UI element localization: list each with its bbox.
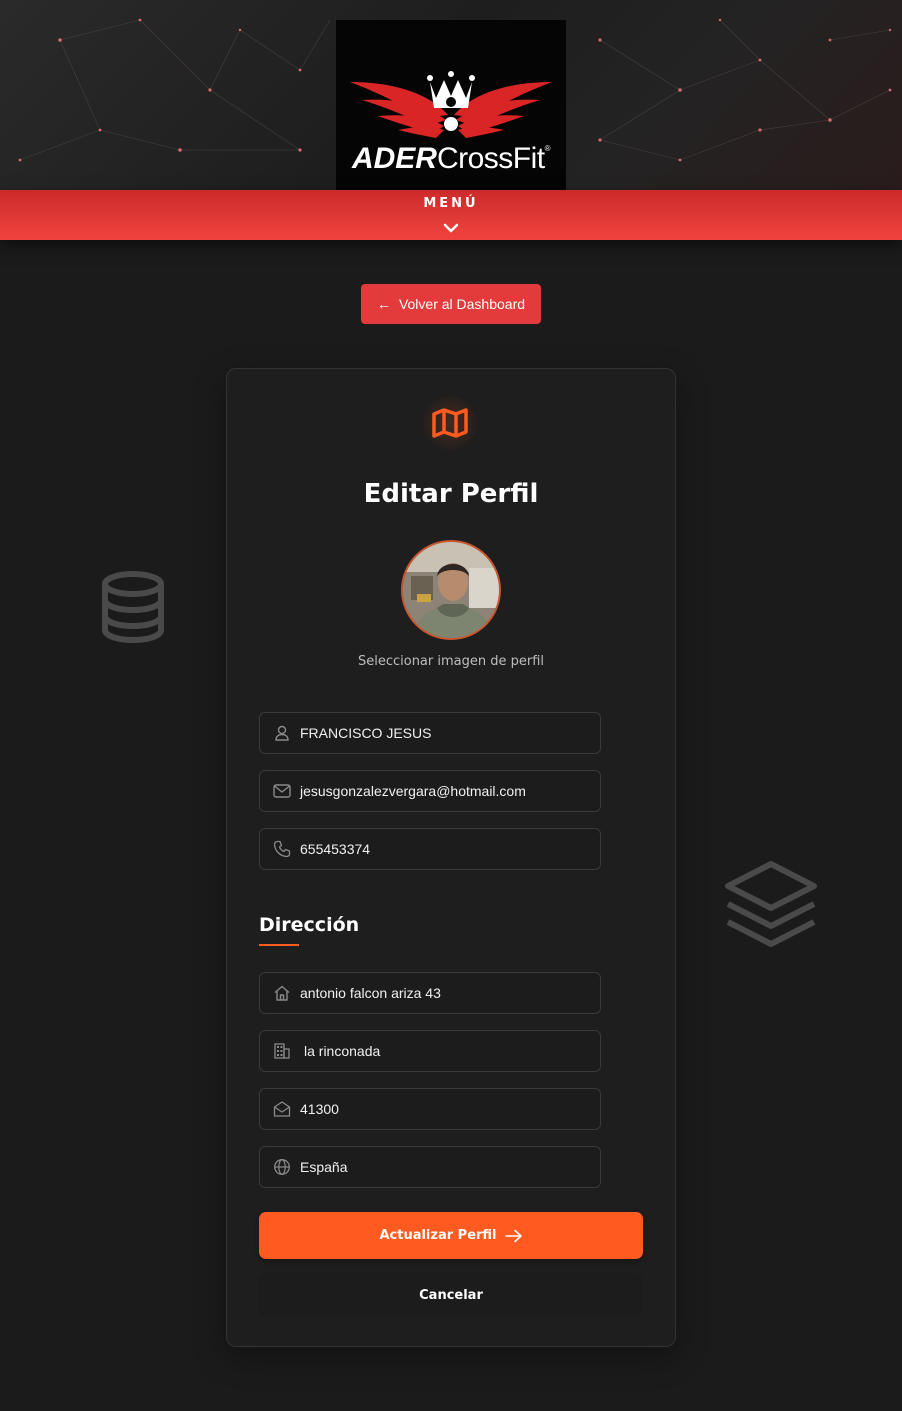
- phone-icon: [272, 839, 292, 859]
- chevron-down-icon[interactable]: [443, 222, 459, 234]
- home-icon: [272, 983, 292, 1003]
- envelope-icon: [272, 781, 292, 801]
- edit-profile-card: Editar Perfil Seleccionar imagen de perf…: [226, 368, 676, 1347]
- phone-field[interactable]: 655453374: [259, 828, 601, 870]
- email-value: jesusgonzalezvergara@hotmail.com: [300, 783, 526, 799]
- database-icon: [102, 571, 164, 644]
- brand-suffix: CrossFit: [436, 142, 545, 175]
- cancel-button[interactable]: Cancelar: [259, 1273, 643, 1317]
- building-icon: [272, 1041, 292, 1061]
- profile-photo: [403, 542, 499, 638]
- address-section-title: Dirección: [259, 914, 360, 936]
- name-field[interactable]: FRANCISCO JESUS: [259, 712, 601, 754]
- arrow-right-icon: [504, 1229, 522, 1242]
- avatar-image-picker[interactable]: [401, 540, 501, 640]
- brand-logo[interactable]: ADERCrossFit®: [336, 20, 566, 190]
- street-value: antonio falcon ariza 43: [300, 985, 441, 1001]
- arrow-left-icon: ←: [376, 296, 391, 312]
- country-field[interactable]: España: [259, 1146, 601, 1188]
- postal-code-field[interactable]: 41300: [259, 1088, 601, 1130]
- phone-value: 655453374: [300, 841, 371, 857]
- back-button-label: Volver al Dashboard: [398, 296, 526, 312]
- brand-wordmark: ADERCrossFit®: [336, 142, 566, 176]
- name-value: FRANCISCO JESUS: [300, 725, 432, 741]
- mail-open-icon: [272, 1099, 292, 1119]
- country-value: España: [300, 1159, 348, 1175]
- update-profile-button[interactable]: Actualizar Perfil: [259, 1212, 643, 1259]
- user-icon: [272, 723, 292, 743]
- layers-icon: [725, 861, 817, 947]
- email-field[interactable]: jesusgonzalezvergara@hotmail.com: [259, 770, 601, 812]
- postal-code-value: 41300: [300, 1101, 339, 1117]
- update-profile-label: Actualizar Perfil: [379, 1228, 497, 1243]
- globe-icon: [272, 1157, 292, 1177]
- section-underline: [259, 944, 299, 946]
- header-banner: ADERCrossFit®: [0, 0, 902, 190]
- map-icon: [422, 395, 478, 451]
- brand-name: ADER: [351, 142, 437, 175]
- city-value: la rinconada: [304, 1043, 381, 1059]
- registered-mark: ®: [544, 144, 551, 153]
- menu-label: MENÚ: [423, 196, 479, 211]
- back-to-dashboard-button[interactable]: ← Volver al Dashboard: [361, 284, 541, 324]
- avatar-caption: Seleccionar imagen de perfil: [357, 654, 545, 669]
- page-title: Editar Perfil: [363, 479, 539, 509]
- street-field[interactable]: antonio falcon ariza 43: [259, 972, 601, 1014]
- cancel-label: Cancelar: [419, 1287, 483, 1303]
- city-field[interactable]: la rinconada: [259, 1030, 601, 1072]
